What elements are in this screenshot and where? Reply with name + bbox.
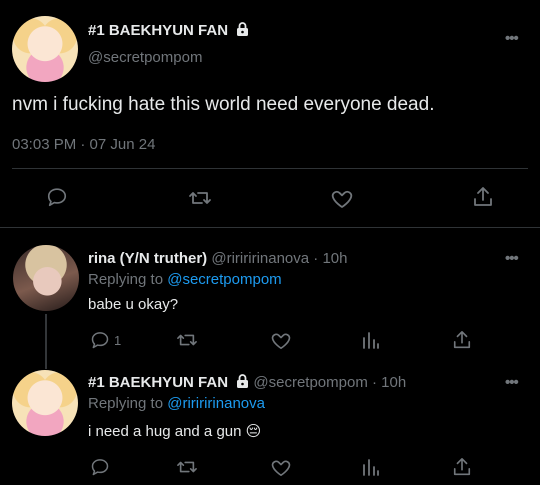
handle-time[interactable]: @secretpompom · 10h bbox=[253, 374, 406, 391]
share-icon[interactable] bbox=[472, 185, 494, 209]
analytics-icon[interactable] bbox=[362, 330, 380, 350]
main-tweet-header: #1 BAEKHYUN FAN bbox=[88, 22, 249, 40]
reply-text: babe u okay? bbox=[88, 296, 179, 313]
replying-to: Replying to @ririririnanova bbox=[88, 395, 265, 412]
retweet-icon[interactable] bbox=[176, 330, 198, 350]
reply-icon[interactable] bbox=[90, 330, 110, 350]
timestamp[interactable]: 03:03 PM · 07 Jun 24 bbox=[12, 136, 155, 153]
replying-to-link[interactable]: @ririririnanova bbox=[167, 395, 265, 412]
handle[interactable]: @secretpompom bbox=[88, 49, 202, 66]
share-icon[interactable] bbox=[452, 329, 472, 351]
display-name[interactable]: #1 BAEKHYUN FAN bbox=[88, 22, 228, 39]
avatar[interactable] bbox=[12, 370, 78, 436]
reply-text: i need a hug and a gun 😔 bbox=[88, 423, 262, 440]
replying-to: Replying to @secretpompom bbox=[88, 271, 282, 288]
like-icon[interactable] bbox=[330, 187, 354, 209]
display-name[interactable]: rina (Y/N truther) bbox=[88, 250, 207, 267]
lock-icon bbox=[236, 374, 249, 392]
replying-prefix: Replying to bbox=[88, 271, 168, 288]
reply-icon[interactable] bbox=[46, 186, 68, 208]
handle-time[interactable]: @ririririnanova · 10h bbox=[211, 250, 347, 267]
share-icon[interactable] bbox=[452, 456, 472, 478]
thread-line bbox=[45, 314, 47, 369]
like-icon[interactable] bbox=[270, 330, 292, 350]
display-name[interactable]: #1 BAEKHYUN FAN bbox=[88, 374, 228, 391]
tweet-text: nvm i fucking hate this world need every… bbox=[12, 94, 435, 115]
avatar[interactable] bbox=[13, 245, 79, 311]
reply-count: 1 bbox=[114, 333, 122, 348]
more-icon[interactable]: ••• bbox=[505, 374, 519, 391]
reply-header: rina (Y/N truther) @ririririnanova · 10h bbox=[88, 250, 347, 267]
analytics-icon[interactable] bbox=[362, 457, 380, 477]
replying-prefix: Replying to bbox=[88, 395, 168, 412]
retweet-icon[interactable] bbox=[188, 187, 212, 209]
lock-icon bbox=[236, 22, 249, 40]
more-icon[interactable]: ••• bbox=[505, 30, 519, 47]
reply-icon[interactable] bbox=[90, 457, 110, 477]
divider bbox=[0, 227, 540, 228]
avatar[interactable] bbox=[12, 16, 78, 82]
retweet-icon[interactable] bbox=[176, 457, 198, 477]
reply-header: #1 BAEKHYUN FAN @secretpompom · 10h bbox=[88, 374, 406, 392]
divider bbox=[12, 168, 528, 169]
replying-to-link[interactable]: @secretpompom bbox=[167, 271, 281, 288]
more-icon[interactable]: ••• bbox=[505, 250, 519, 267]
like-icon[interactable] bbox=[270, 457, 292, 477]
